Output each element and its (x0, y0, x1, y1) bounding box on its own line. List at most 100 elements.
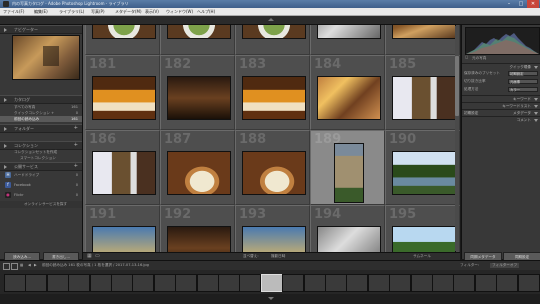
photo-thumbnail[interactable] (392, 151, 456, 195)
grid-cell[interactable]: 186 (85, 130, 160, 205)
panel-header-publish-services[interactable]: 公開サービス + (0, 162, 82, 171)
filmstrip-thumbnail[interactable] (282, 274, 305, 292)
filmstrip-thumbnail[interactable] (389, 274, 412, 292)
grid-cell[interactable] (310, 25, 385, 55)
photo-thumbnail[interactable] (92, 25, 156, 39)
menu-view[interactable]: 表示(V) (145, 9, 159, 15)
photo-thumbnail[interactable] (317, 25, 381, 39)
filmstrip-thumbnail[interactable] (111, 274, 133, 292)
grid-cell[interactable]: 181 (85, 55, 160, 130)
bottom-panel-toggle[interactable] (0, 294, 540, 304)
grid-cell[interactable]: 192 (160, 205, 235, 252)
panel-header-keywording[interactable]: キーワード (462, 95, 540, 102)
filmstrip-thumbnail[interactable] (68, 274, 91, 292)
photo-thumbnail[interactable] (334, 143, 364, 203)
loupe-view-icon[interactable]: ▭ (95, 253, 100, 259)
add-collection-icon[interactable]: + (74, 142, 78, 148)
filmstrip-thumbnail[interactable] (132, 274, 155, 292)
grid-view-icon[interactable]: ▦ (87, 253, 92, 259)
filmstrip-thumbnail[interactable] (474, 274, 497, 292)
filmstrip-thumbnail[interactable] (410, 274, 433, 292)
publish-item-facebook[interactable]: f Facebook 0 (0, 181, 82, 190)
forward-arrow-icon[interactable]: ▶ (34, 263, 37, 267)
grid-cell[interactable]: 184 (310, 55, 385, 130)
back-arrow-icon[interactable]: ◀ (28, 263, 31, 267)
original-photo-row[interactable]: 元の写真 ▢ (462, 55, 540, 62)
menu-window[interactable]: ウィンドウ(W) (166, 9, 193, 15)
add-folder-icon[interactable]: + (74, 125, 78, 131)
grid-mini-icon[interactable]: ▦ (20, 263, 23, 267)
menu-edit[interactable]: 編集(E) (34, 9, 48, 15)
grid-cell[interactable]: 189 (310, 130, 385, 205)
close-button[interactable]: ✕ (527, 0, 539, 8)
photo-thumbnail[interactable] (242, 226, 306, 252)
panel-header-folders[interactable]: フォルダー + (0, 124, 82, 133)
top-panel-toggle[interactable] (0, 16, 540, 25)
photo-thumbnail[interactable] (167, 76, 231, 120)
find-online-services[interactable]: オンラインサービスを探す (0, 201, 82, 208)
photo-thumbnail[interactable] (317, 76, 381, 120)
checkbox-icon[interactable]: ▢ (465, 55, 468, 59)
grid-cell[interactable]: 190 (385, 130, 460, 205)
grid-cell[interactable]: 182 (160, 55, 235, 130)
photo-thumbnail[interactable] (242, 25, 306, 39)
grid-cell[interactable]: 193 (235, 205, 310, 252)
treatment-select[interactable]: カラー (508, 87, 538, 92)
photo-thumbnail[interactable] (242, 76, 306, 120)
photo-thumbnail[interactable] (167, 25, 231, 39)
menu-metadata[interactable]: メタデータ(M) (115, 9, 142, 15)
filmstrip-thumbnail[interactable] (153, 274, 176, 292)
photo-thumbnail[interactable] (92, 226, 156, 252)
grid-cell[interactable] (235, 25, 310, 55)
filmstrip-thumbnail[interactable] (175, 274, 198, 292)
catalog-item-previous-import[interactable]: 前回の読み込み 161 (0, 116, 82, 122)
navigator-preview[interactable] (12, 35, 80, 80)
panel-header-catalog[interactable]: カタログ (0, 95, 82, 104)
grid-cell[interactable] (160, 25, 235, 55)
filmstrip-thumbnail[interactable] (367, 274, 390, 292)
photo-thumbnail[interactable] (242, 151, 306, 195)
filmstrip-thumbnail[interactable] (346, 274, 369, 292)
grid-cell[interactable]: 194 (310, 205, 385, 252)
filmstrip-thumbnail[interactable] (239, 274, 262, 292)
panel-header-navigator[interactable]: ナビゲーター (0, 25, 82, 34)
photo-thumbnail[interactable] (167, 151, 231, 195)
photo-thumbnail[interactable] (92, 151, 156, 195)
photo-thumbnail[interactable] (392, 25, 456, 39)
filter-select[interactable]: フィルターオフ (490, 263, 520, 268)
display-1-icon[interactable] (3, 263, 10, 270)
smart-collection-item[interactable]: スマートコレクション (0, 155, 82, 161)
display-2-icon[interactable] (11, 263, 18, 270)
filmstrip-thumbnail[interactable] (517, 274, 540, 292)
photo-thumbnail[interactable] (167, 226, 231, 252)
scrollbar-thumb[interactable] (455, 56, 459, 116)
panel-header-metadata[interactable]: メタデータ 初期設定 (462, 109, 540, 116)
filmstrip-thumbnail[interactable] (89, 274, 112, 292)
filmstrip-thumbnail[interactable] (325, 274, 347, 292)
grid-cell[interactable]: 187 (160, 130, 235, 205)
filmstrip-thumbnail[interactable] (25, 274, 48, 292)
filmstrip-thumbnail[interactable] (46, 274, 69, 292)
panel-header-comments[interactable]: コメント (462, 116, 540, 123)
panel-header-quick-develop[interactable]: クイック現像 (462, 63, 540, 70)
sort-select[interactable]: 撮影日時 (271, 254, 285, 259)
filmstrip-thumbnail[interactable] (496, 274, 519, 292)
filmstrip-source[interactable]: 前回の読み込み 161 枚の写真 / 1 枚を選択 / 2017-07-13-1… (42, 263, 149, 268)
filmstrip-thumbnail[interactable] (260, 274, 283, 292)
crop-ratio-select[interactable]: 元画像 (508, 79, 538, 84)
grid-scrollbar[interactable] (455, 26, 459, 251)
photo-thumbnail[interactable] (92, 76, 156, 120)
menu-library[interactable]: ライブラリ(L) (59, 9, 84, 15)
menu-file[interactable]: ファイル(F) (3, 9, 24, 15)
maximize-button[interactable]: □ (515, 0, 527, 8)
photo-thumbnail[interactable] (317, 226, 381, 252)
photo-thumbnail[interactable] (392, 76, 456, 120)
grid-cell[interactable]: 191 (85, 205, 160, 252)
grid-cell[interactable] (385, 25, 460, 55)
add-publish-service-icon[interactable]: + (74, 163, 78, 169)
filmstrip-thumbnail[interactable] (218, 274, 240, 292)
preset-select[interactable]: 初期設定 (508, 71, 538, 76)
publish-item-flickr[interactable]: ● Flickr 0 (0, 191, 82, 200)
filmstrip-thumbnail[interactable] (303, 274, 326, 292)
grid-cell[interactable]: 185 (385, 55, 460, 130)
